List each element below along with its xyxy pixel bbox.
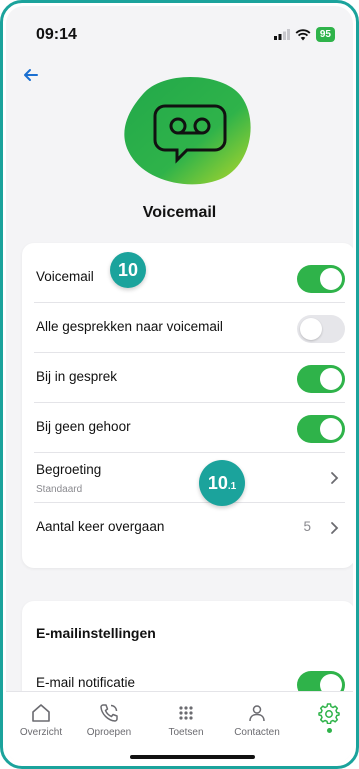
setting-label: Bij geen gehoor [36,419,131,434]
phone-frame: 09:14 95 Voicemail Voicemail Alle gespre… [0,0,359,769]
tab-label: Overzicht [19,727,63,738]
chevron-right-icon [331,522,339,534]
phone-icon [100,704,118,722]
tab-toetsen[interactable]: Toetsen [151,702,221,738]
tab-bar: Overzicht Oproepen Toetsen Contacten [6,691,353,763]
annotation-main: 10 [207,473,228,493]
page-title: Voicemail [142,204,217,221]
setting-row-rings[interactable]: Aantal keer overgaan 5 [34,503,345,553]
tab-label: Oproepen [86,727,132,738]
setting-row-greeting[interactable]: Begroeting Standaard [34,453,345,503]
toggle-knob [320,368,342,390]
setting-label: Voicemail [36,269,94,284]
person-icon [249,705,265,722]
no-answer-toggle[interactable] [297,415,345,443]
busy-toggle[interactable] [297,365,345,393]
screen: 09:14 95 Voicemail Voicemail Alle gespre… [6,6,353,763]
back-arrow-icon[interactable] [20,64,42,86]
voicemail-toggle[interactable] [297,265,345,293]
tab-contacten[interactable]: Contacten [222,702,292,738]
all-calls-toggle[interactable] [297,315,345,343]
setting-row-voicemail: Voicemail [34,253,345,303]
setting-row-no-answer: Bij geen gehoor [34,403,345,453]
tab-oproepen[interactable]: Oproepen [74,702,144,738]
setting-row-busy: Bij in gesprek [34,353,345,403]
setting-label: Begroeting [36,462,102,477]
section-title: E-mailinstellingen [36,625,156,641]
setting-sublabel: Standaard [36,484,83,495]
toggle-knob [320,268,342,290]
tab-instellingen[interactable] [294,702,353,733]
battery-indicator: 95 [315,27,335,42]
tab-label: Contacten [234,727,280,738]
signal-icon [273,29,290,40]
toggle-knob [300,318,322,340]
chevron-right-icon [331,472,339,484]
wifi-icon [295,28,311,40]
keypad-icon [179,706,193,720]
setting-label: Bij in gesprek [36,369,118,384]
setting-label: E-mail notificatie [36,675,136,690]
gear-icon [318,703,340,724]
annotation-badge: 10 [110,252,146,288]
voicemail-settings-card: Voicemail Alle gesprekken naar voicemail… [22,243,353,568]
setting-value: 5 [303,519,311,534]
tab-label: Toetsen [168,727,204,738]
setting-label: Alle gesprekken naar voicemail [36,319,223,334]
home-indicator [130,755,255,759]
tab-overzicht[interactable]: Overzicht [6,702,76,738]
status-time: 09:14 [36,26,77,43]
home-icon [32,704,50,722]
setting-row-all-calls: Alle gesprekken naar voicemail [34,303,345,353]
active-tab-indicator [326,728,332,733]
status-icons: 95 [273,27,335,42]
voicemail-hero-icon [124,76,251,185]
toggle-knob [320,418,342,440]
status-bar: 09:14 95 [6,6,353,54]
setting-label: Aantal keer overgaan [36,519,165,534]
annotation-sub: .1 [227,481,237,492]
annotation-badge: 10.1 [199,460,245,506]
